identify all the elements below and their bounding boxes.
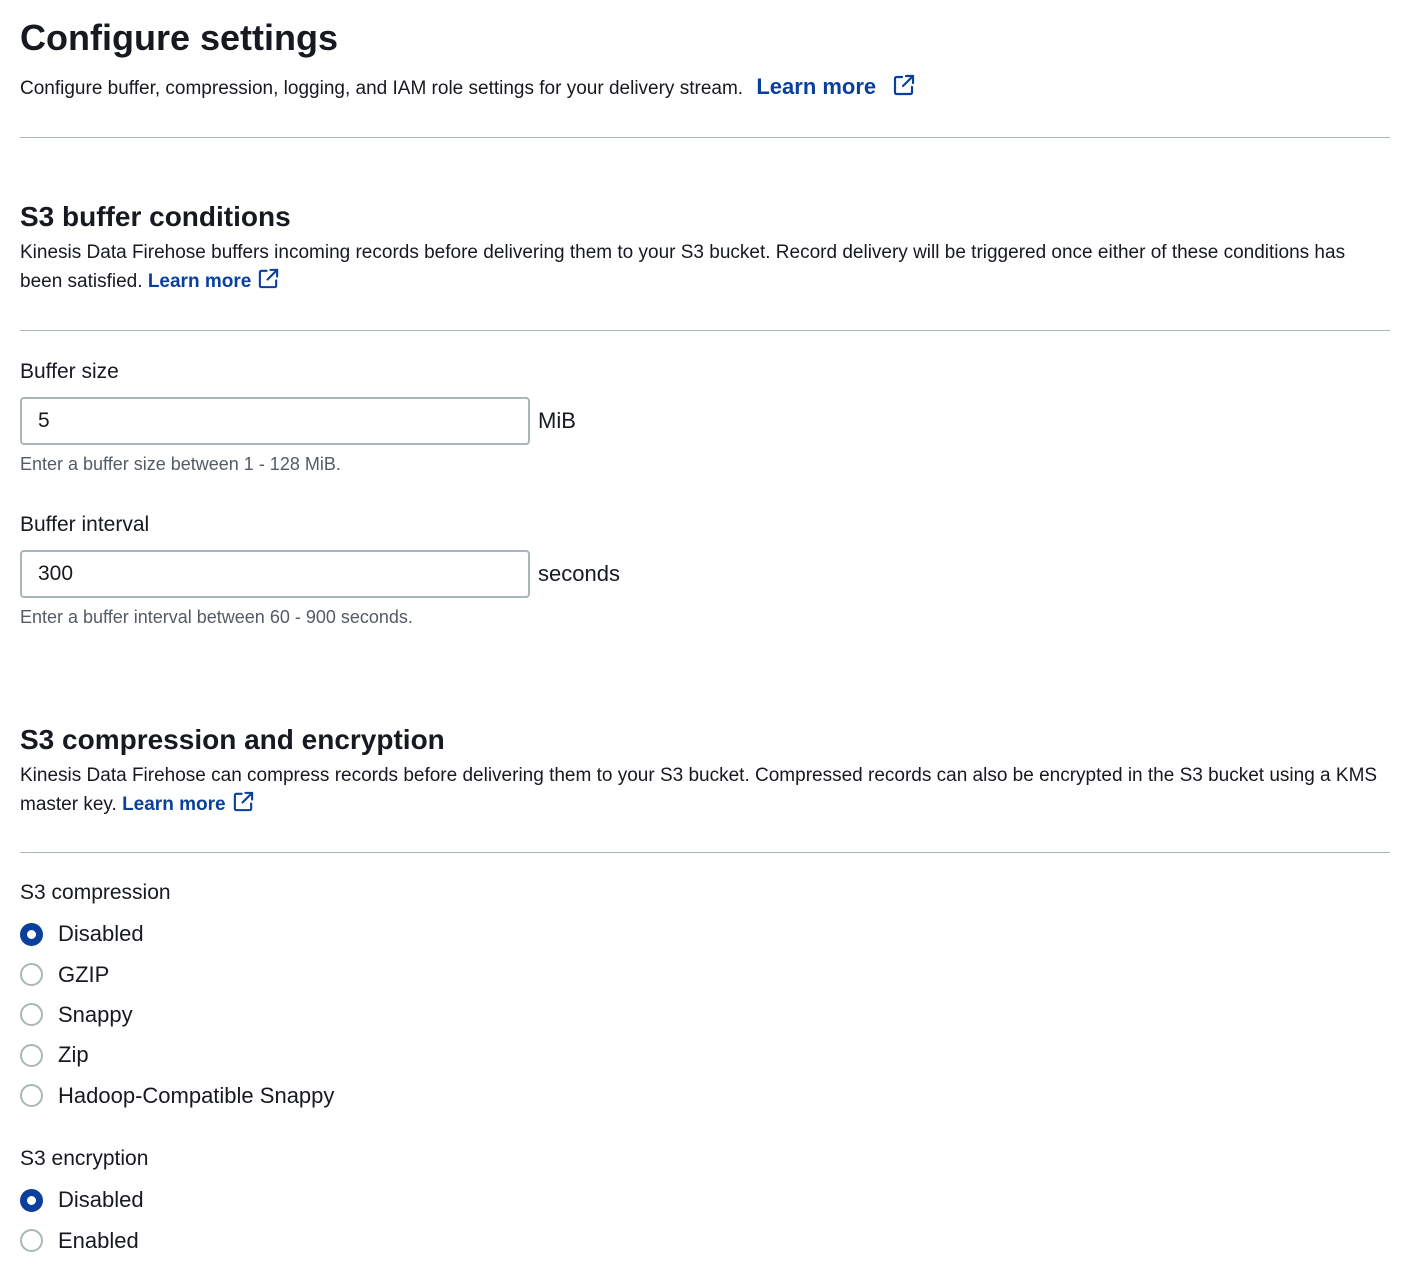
page-description: Configure buffer, compression, logging, … — [20, 73, 916, 104]
compression-option-label: GZIP — [58, 961, 110, 987]
header-divider — [20, 137, 1390, 138]
compression-section-description: Kinesis Data Firehose can compress recor… — [20, 762, 1390, 822]
page-title: Configure settings — [20, 17, 339, 58]
radio-button-selected[interactable] — [20, 922, 43, 946]
encryption-radio-group: Disabled Enabled — [20, 1180, 144, 1261]
buffer-interval-unit: seconds — [538, 561, 620, 586]
radio-button[interactable] — [20, 1229, 43, 1253]
compression-section-title: S3 compression and encryption — [20, 724, 445, 755]
page-description-text: Configure buffer, compression, logging, … — [20, 78, 744, 99]
external-link-icon — [232, 790, 255, 822]
buffer-section-divider — [20, 330, 1390, 331]
buffer-section-description: Kinesis Data Firehose buffers incoming r… — [20, 239, 1390, 299]
buffer-interval-label: Buffer interval — [20, 513, 150, 536]
encryption-label: S3 encryption — [20, 1147, 149, 1170]
encryption-option-disabled[interactable]: Disabled — [20, 1180, 144, 1220]
encryption-option-enabled[interactable]: Enabled — [20, 1220, 144, 1260]
buffer-size-label: Buffer size — [20, 360, 119, 383]
compression-option-gzip[interactable]: GZIP — [20, 954, 334, 994]
compression-radio-group: Disabled GZIP Snappy Zip Hadoop-Compatib… — [20, 914, 334, 1116]
buffer-interval-input[interactable] — [20, 550, 530, 598]
compression-option-zip[interactable]: Zip — [20, 1035, 334, 1075]
buffer-size-unit: MiB — [538, 408, 576, 433]
compression-option-disabled[interactable]: Disabled — [20, 914, 334, 954]
compression-learn-more-label: Learn more — [122, 794, 226, 815]
buffer-size-hint: Enter a buffer size between 1 - 128 MiB. — [20, 454, 341, 474]
buffer-interval-hint: Enter a buffer interval between 60 - 900… — [20, 607, 413, 627]
radio-button[interactable] — [20, 963, 43, 987]
radio-button[interactable] — [20, 1003, 43, 1027]
buffer-size-row: MiB — [20, 397, 576, 445]
external-link-icon — [892, 73, 916, 104]
radio-button[interactable] — [20, 1084, 43, 1108]
encryption-option-label: Enabled — [58, 1227, 139, 1253]
radio-button[interactable] — [20, 1043, 43, 1067]
buffer-interval-row: seconds — [20, 550, 620, 598]
compression-option-label: Snappy — [58, 1001, 133, 1027]
compression-option-hadoop-snappy[interactable]: Hadoop-Compatible Snappy — [20, 1076, 334, 1116]
compression-label: S3 compression — [20, 881, 171, 904]
external-link-icon — [257, 267, 280, 299]
compression-option-label: Disabled — [58, 921, 144, 947]
buffer-size-input[interactable] — [20, 397, 530, 445]
compression-option-snappy[interactable]: Snappy — [20, 995, 334, 1035]
buffer-learn-more-link[interactable]: Learn more — [147, 268, 280, 292]
compression-option-label: Hadoop-Compatible Snappy — [58, 1082, 335, 1108]
radio-button-selected[interactable] — [20, 1188, 43, 1212]
encryption-option-label: Disabled — [58, 1187, 144, 1213]
compression-option-label: Zip — [58, 1042, 89, 1068]
buffer-section-title: S3 buffer conditions — [20, 201, 291, 232]
compression-learn-more-link[interactable]: Learn more — [122, 791, 254, 815]
compression-section-divider — [20, 852, 1390, 853]
buffer-learn-more-label: Learn more — [147, 271, 252, 292]
learn-more-label: Learn more — [756, 74, 877, 99]
learn-more-link[interactable]: Learn more — [756, 74, 916, 99]
